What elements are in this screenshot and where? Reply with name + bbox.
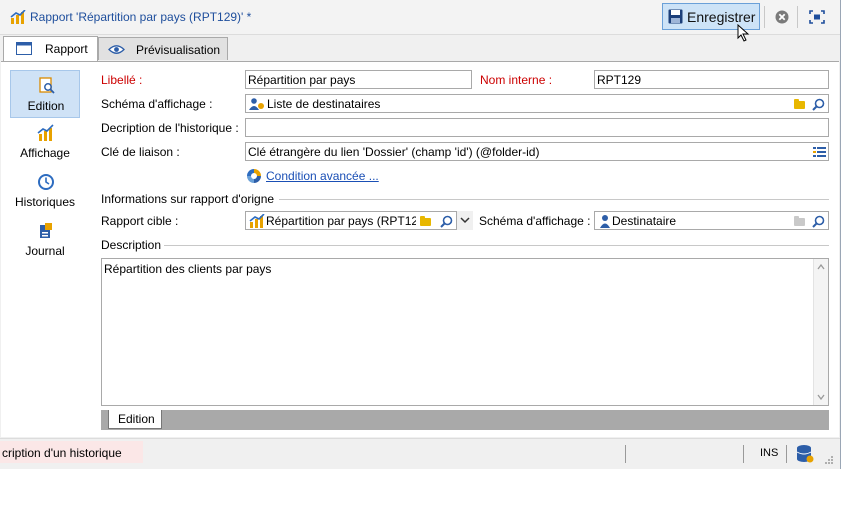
maximize-icon[interactable] xyxy=(809,10,825,24)
chevron-up-icon[interactable] xyxy=(817,264,825,270)
tab-rapport[interactable]: Rapport xyxy=(3,36,98,61)
dropdown-button[interactable] xyxy=(456,211,473,230)
folder-icon[interactable] xyxy=(420,216,431,226)
rapport-cible-field[interactable]: Répartition par pays (RPT129) xyxy=(245,211,473,230)
description-text: Répartition des clients par pays xyxy=(104,262,272,276)
status-message: cription d'un historique xyxy=(2,446,122,460)
schema-affichage2-value: Destinataire xyxy=(612,214,677,228)
nom-interne-field[interactable]: RPT129 xyxy=(594,70,829,89)
sidebar-item-affichage[interactable]: Affichage xyxy=(10,118,80,166)
sidebar-item-label: Historiques xyxy=(14,195,76,209)
rapport-cible-value: Répartition par pays (RPT129) xyxy=(266,214,416,228)
nom-interne-value: RPT129 xyxy=(597,73,642,87)
insert-mode-indicator: INS xyxy=(760,447,779,459)
schema-label: Schéma d'affichage : xyxy=(101,97,213,111)
condition-avancee-link[interactable]: Condition avancée ... xyxy=(266,169,379,183)
sidebar-item-label: Affichage xyxy=(20,146,70,160)
description-textarea[interactable]: Répartition des clients par pays xyxy=(101,258,829,406)
resize-grip-icon[interactable] xyxy=(824,455,834,465)
libelle-label: Libellé : xyxy=(101,73,143,87)
vertical-scrollbar[interactable] xyxy=(813,259,828,405)
status-bar: cription d'un historique INS xyxy=(0,438,840,469)
folder-icon[interactable] xyxy=(794,99,805,109)
sidebar-item-label: Journal xyxy=(25,244,65,258)
rapport-cible-label: Rapport cible : xyxy=(101,214,179,228)
sidebar-item-journal[interactable]: Journal xyxy=(10,216,80,264)
section-divider xyxy=(164,245,829,246)
status-separator xyxy=(743,445,744,463)
toolbar-separator xyxy=(764,6,765,28)
search-icon[interactable] xyxy=(812,215,825,228)
tab-previsualisation[interactable]: Prévisualisation xyxy=(98,37,228,60)
chevron-down-icon[interactable] xyxy=(817,394,825,400)
report-edit-icon xyxy=(39,77,55,94)
cle-field[interactable]: Clé étrangère du lien 'Dossier' (champ '… xyxy=(245,142,829,161)
sidebar-item-historiques[interactable]: Historiques xyxy=(10,167,80,215)
condition-filter-icon xyxy=(247,169,261,183)
recipients-icon xyxy=(249,98,264,110)
tab-label: Rapport xyxy=(45,42,88,56)
save-button-label: Enregistrer xyxy=(687,9,756,25)
sidebar-item-edition[interactable]: Edition xyxy=(10,70,80,118)
eye-icon xyxy=(108,45,125,54)
status-separator xyxy=(625,445,626,463)
schema-field[interactable]: Liste de destinataires xyxy=(245,94,829,113)
search-icon[interactable] xyxy=(812,98,825,111)
database-icon[interactable] xyxy=(796,444,814,464)
status-separator xyxy=(786,445,787,463)
report-chart-icon xyxy=(10,10,26,24)
sidebar-item-label: Edition xyxy=(27,99,65,113)
cle-value: Clé étrangère du lien 'Dossier' (champ '… xyxy=(248,145,540,159)
tab-label: Prévisualisation xyxy=(136,43,221,57)
chart-icon xyxy=(37,124,54,141)
title-bar: Rapport 'Répartition par pays (RPT129)' … xyxy=(0,0,840,42)
folder-icon xyxy=(794,216,805,226)
libelle-value: Répartition par pays xyxy=(248,73,356,87)
editor-tab-strip: Edition xyxy=(101,410,829,430)
origin-section-title: Informations sur rapport d'origne xyxy=(101,192,275,206)
journal-icon xyxy=(40,223,52,238)
tab-edition[interactable]: Edition xyxy=(108,410,162,429)
close-circle-icon[interactable] xyxy=(775,10,789,24)
report-window: Rapport 'Répartition par pays (RPT129)' … xyxy=(0,0,841,469)
historique-field[interactable] xyxy=(245,118,829,137)
chevron-down-icon xyxy=(460,217,470,224)
tab-strip: Rapport Prévisualisation xyxy=(0,35,840,61)
libelle-field[interactable]: Répartition par pays xyxy=(245,70,472,89)
historique-label: Decription de l'historique : xyxy=(101,121,239,135)
window-title: Rapport 'Répartition par pays (RPT129)' … xyxy=(30,10,252,24)
user-icon xyxy=(600,215,610,228)
schema-value: Liste de destinataires xyxy=(267,97,381,111)
search-icon[interactable] xyxy=(440,215,453,228)
tab-label: Edition xyxy=(118,412,155,426)
floppy-disk-icon xyxy=(668,9,683,24)
schema-affichage2-label: Schéma d'affichage : xyxy=(479,214,591,228)
window-icon xyxy=(16,42,32,55)
section-divider xyxy=(279,199,829,200)
report-chart-icon xyxy=(249,214,265,228)
list-menu-icon[interactable] xyxy=(813,146,826,158)
history-icon xyxy=(38,174,54,190)
description-section-title: Description xyxy=(101,238,162,252)
toolbar-separator xyxy=(797,6,798,28)
nom-interne-label: Nom interne : xyxy=(480,73,553,87)
cle-label: Clé de liaison : xyxy=(101,145,180,159)
